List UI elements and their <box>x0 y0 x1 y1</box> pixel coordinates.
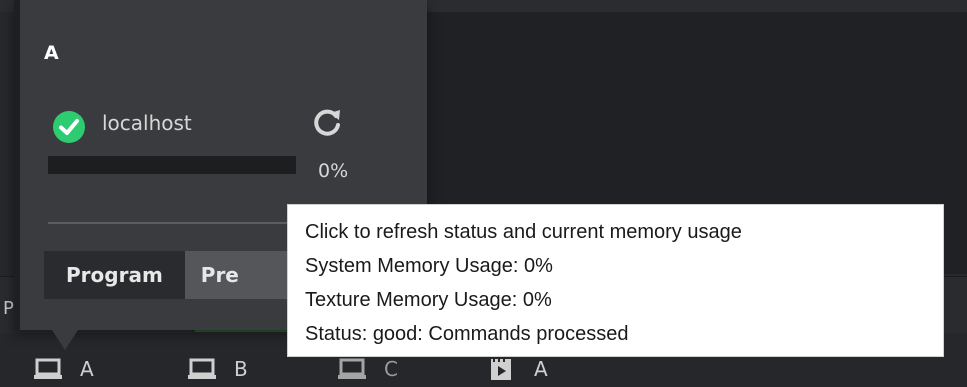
refresh-tooltip: Click to refresh status and current memo… <box>287 204 944 357</box>
monitor-icon <box>188 358 216 379</box>
engine-a-button[interactable]: A <box>34 356 94 382</box>
check-circle-icon <box>53 111 85 143</box>
engine-b-button[interactable]: B <box>188 356 248 382</box>
monitor-icon <box>34 358 62 379</box>
engine-a-label: A <box>80 357 94 381</box>
playout-a-label: A <box>534 357 548 381</box>
engine-c-label: C <box>384 357 398 381</box>
memory-percent-label: 0% <box>318 160 349 182</box>
tooltip-line: Texture Memory Usage: 0% <box>305 289 552 311</box>
tooltip-line: Click to refresh status and current memo… <box>305 221 742 243</box>
film-play-icon <box>491 359 511 380</box>
engine-b-label: B <box>234 357 248 381</box>
popover-arrow <box>52 330 78 350</box>
tooltip-line: Status: good: Commands processed <box>305 323 629 345</box>
output-tabs: Program Pre <box>44 251 313 299</box>
tooltip-line: System Memory Usage: 0% <box>305 255 553 277</box>
refresh-icon[interactable] <box>310 106 344 140</box>
monitor-icon <box>338 358 366 379</box>
tab-program[interactable]: Program <box>44 251 185 299</box>
channel-strip-label: P <box>3 298 14 319</box>
playout-a-button[interactable]: A <box>488 356 548 382</box>
engine-c-button[interactable]: C <box>338 356 398 382</box>
host-label: localhost <box>102 111 192 135</box>
popover-title: A <box>44 42 59 64</box>
memory-progress-bar <box>48 156 296 174</box>
